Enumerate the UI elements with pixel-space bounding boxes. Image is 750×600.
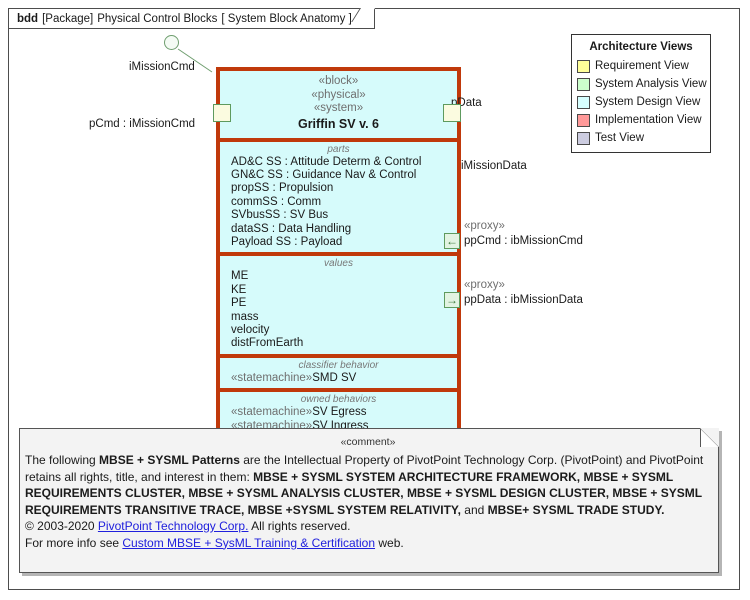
legend-label: Test View xyxy=(595,132,645,144)
value-item: PE xyxy=(231,297,247,310)
arrow-left-icon: ← xyxy=(446,234,458,248)
behavior-name: SV Egress xyxy=(312,406,367,419)
comment-text-bold: REQUIREMENTS TRANSITIVE TRACE, MBSE +SYS… xyxy=(25,502,461,517)
comment-text-bold: REQUIREMENTS CLUSTER, MBSE + SYSML ANALY… xyxy=(25,486,703,500)
part-item: SVbusSS : SV Bus xyxy=(231,209,329,222)
legend-swatch-requirement-view xyxy=(577,59,590,73)
legend-label: Requirement View xyxy=(595,60,689,72)
value-item: mass xyxy=(231,310,259,323)
compartment-parts: parts AD&C SS : Attitude Determ & Contro… xyxy=(220,137,457,253)
block-stereotype-system: «system» xyxy=(313,102,364,114)
block-stereotype-physical: «physical» xyxy=(311,88,366,101)
legend-label: Implementation View xyxy=(595,114,702,126)
proxy-port-label-ppdata: ppData : ibMissionData xyxy=(464,294,583,306)
value-item: distFromEarth xyxy=(231,337,304,350)
behavior-name: SMD SV xyxy=(312,371,357,384)
provided-interface-ball-imissioncmd xyxy=(164,35,179,50)
owned-behavior-item: «statemachine»SV Egress xyxy=(220,406,457,419)
proxy-port-ppcmd[interactable]: ← xyxy=(444,233,460,249)
block-name: Griffin SV v. 6 xyxy=(297,116,380,131)
value-item: velocity xyxy=(231,323,270,336)
behavior-stereotype: «statemachine» xyxy=(231,371,313,384)
legend-architecture-views: Architecture Views Requirement View Syst… xyxy=(571,34,711,153)
block-stereotype-block: «block» xyxy=(318,75,359,87)
comment-text-bold: MBSE+ SYSML TRADE STUDY. xyxy=(487,502,665,517)
comment-content: «comment» The following MBSE + SYSML Pat… xyxy=(19,428,719,551)
part-item: GN&C SS : Guidance Nav & Control xyxy=(231,168,417,181)
port-pcmd[interactable] xyxy=(213,104,231,122)
part-item: commSS : Comm xyxy=(231,195,322,208)
part-item: Payload SS : Payload xyxy=(231,235,343,248)
legend-row-system-design-view[interactable]: System Design View xyxy=(577,93,705,111)
proxy-port-label-ppcmd: ppCmd : ibMissionCmd xyxy=(464,235,583,247)
port-label-pcmd: pCmd : iMissionCmd xyxy=(89,118,196,130)
comment-line: REQUIREMENTS TRANSITIVE TRACE, MBSE +SYS… xyxy=(25,502,711,519)
legend-row-test-view[interactable]: Test View xyxy=(577,129,705,147)
link-custom-training-certification[interactable]: Custom MBSE + SysML Training & Certifica… xyxy=(122,536,375,550)
proxy-stereotype-ppcmd: «proxy» xyxy=(464,220,505,232)
comment-line: © 2003-2020 PivotPoint Technology Corp. … xyxy=(25,518,711,535)
compartment-title-parts: parts xyxy=(327,143,350,155)
legend-label: System Analysis View xyxy=(595,78,707,90)
legend-title: Architecture Views xyxy=(589,41,693,53)
legend-row-system-analysis-view[interactable]: System Analysis View xyxy=(577,75,707,93)
comment-text: For more info see xyxy=(25,535,123,550)
legend-swatch-system-analysis-view xyxy=(577,77,590,91)
part-item: dataSS : Data Handling xyxy=(231,222,352,235)
comment-line: retains all rights, title, and interest … xyxy=(25,469,711,486)
legend-row-requirement-view[interactable]: Requirement View xyxy=(577,57,705,75)
port-pdata[interactable] xyxy=(443,104,461,122)
comment-line: The following MBSE + SYSML Patterns are … xyxy=(25,452,711,469)
comment-text: All rights reserved. xyxy=(248,519,351,533)
classifier-behavior-item: «statemachine»SMD SV xyxy=(220,372,457,385)
interface-label-imissioncmd: iMissionCmd xyxy=(129,61,195,73)
comment-text: web. xyxy=(375,535,404,550)
compartment-classifier-behavior: classifier behavior «statemachine»SMD SV xyxy=(220,353,457,389)
legend-swatch-test-view xyxy=(577,131,590,145)
comment-text: and xyxy=(460,502,488,517)
value-item: KE xyxy=(231,283,247,296)
block-header: «block» «physical» «system» Griffin SV v… xyxy=(220,71,457,138)
comment-text: The following xyxy=(25,453,100,467)
arrow-right-icon: → xyxy=(446,293,458,307)
behavior-stereotype: «statemachine» xyxy=(231,406,313,419)
comment-text-bold: MBSE + SYSML SYSTEM ARCHITECTURE FRAMEWO… xyxy=(253,469,674,484)
value-item: ME xyxy=(231,270,249,283)
diagram-frame: bdd [Package] Physical Control Blocks [ … xyxy=(8,8,740,590)
compartment-title-owned-behaviors: owned behaviors xyxy=(300,394,377,406)
comment-box: «comment» The following MBSE + SYSML Pat… xyxy=(19,428,719,573)
part-item: propSS : Propulsion xyxy=(231,182,334,195)
block-griffin-sv[interactable]: «block» «physical» «system» Griffin SV v… xyxy=(216,67,461,440)
interface-label-imissiondata: iMissionData xyxy=(461,160,527,172)
comment-line: For more info see Custom MBSE + SysML Tr… xyxy=(25,535,711,552)
comment-text: retains all rights, title, and interest … xyxy=(25,469,254,484)
part-item: AD&C SS : Attitude Determ & Control xyxy=(231,155,422,168)
compartment-title-classifier-behavior: classifier behavior xyxy=(298,359,379,371)
legend-swatch-system-design-view xyxy=(577,95,590,109)
compartment-values: values ME KE PE mass velocity distFromEa… xyxy=(220,252,457,354)
proxy-stereotype-ppdata: «proxy» xyxy=(464,279,505,291)
proxy-port-ppdata[interactable]: → xyxy=(444,292,460,308)
comment-text-bold: MBSE + SYSML Patterns xyxy=(99,453,240,467)
comment-line: REQUIREMENTS CLUSTER, MBSE + SYSML ANALY… xyxy=(25,485,711,502)
link-pivotpoint-technology[interactable]: PivotPoint Technology Corp. xyxy=(98,519,249,533)
legend-row-implementation-view[interactable]: Implementation View xyxy=(577,111,705,129)
legend-label: System Design View xyxy=(595,96,701,108)
comment-text: are the Intellectual Property of PivotPo… xyxy=(239,453,704,467)
comment-stereotype: «comment» xyxy=(340,436,396,448)
compartment-title-values: values xyxy=(324,258,353,270)
comment-text: © 2003-2020 xyxy=(25,519,98,533)
legend-swatch-implementation-view xyxy=(577,113,590,127)
